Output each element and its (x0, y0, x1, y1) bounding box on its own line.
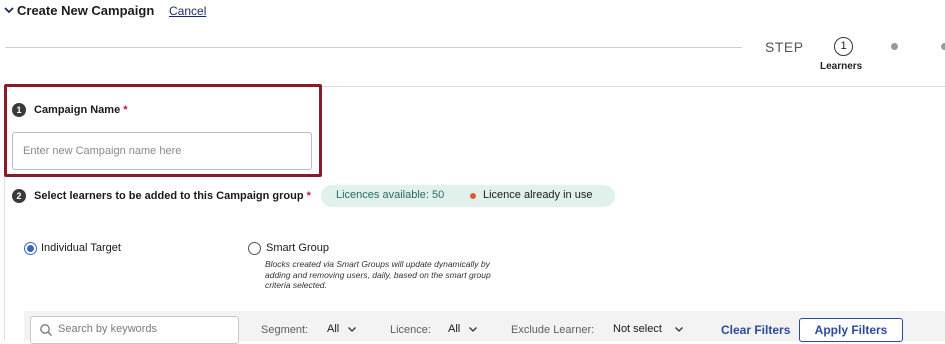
individual-target-radio[interactable] (24, 242, 37, 255)
stepper-line (5, 47, 742, 48)
segment-filter-value[interactable]: All (327, 323, 339, 335)
step-1-indicator[interactable]: 1 (834, 37, 853, 56)
page-title: Create New Campaign (17, 3, 155, 18)
step-2-dot[interactable] (891, 43, 898, 50)
select-learners-label: Select learners to be added to this Camp… (34, 190, 311, 202)
licence-filter-value[interactable]: All (448, 323, 460, 335)
required-mark: * (306, 190, 311, 202)
chevron-down-icon[interactable] (674, 324, 684, 334)
select-learners-label-text: Select learners to be added to this Camp… (34, 190, 304, 202)
exclude-learner-value[interactable]: Not select (613, 323, 662, 335)
chevron-down-icon[interactable] (347, 324, 357, 334)
apply-filters-button[interactable]: Apply Filters (799, 318, 903, 342)
licence-in-use-dot (470, 193, 476, 199)
smart-group-radio[interactable] (248, 242, 261, 255)
individual-target-label[interactable]: Individual Target (41, 242, 121, 254)
search-placeholder: Search by keywords (58, 323, 158, 335)
smart-group-label[interactable]: Smart Group (266, 242, 329, 254)
exclude-learner-label: Exclude Learner: (511, 324, 595, 336)
stepper-label: STEP (765, 39, 804, 55)
chevron-down-icon[interactable] (3, 4, 15, 16)
highlight-box (4, 84, 322, 177)
licence-in-use-text: Licence already in use (483, 189, 593, 201)
licences-available-text: Licences available: 50 (336, 189, 445, 201)
step-3-dot[interactable] (941, 43, 945, 50)
step-1-caption: Learners (820, 61, 863, 72)
step-number-badge: 2 (12, 189, 26, 203)
segment-filter-label: Segment: (261, 324, 309, 336)
smart-group-note: Blocks created via Smart Groups will upd… (265, 259, 491, 290)
chevron-down-icon[interactable] (468, 324, 478, 334)
clear-filters-button[interactable]: Clear Filters (721, 323, 790, 337)
search-icon (40, 324, 52, 336)
licence-filter-label: Licence: (390, 324, 431, 336)
cancel-link[interactable]: Cancel (169, 4, 206, 18)
